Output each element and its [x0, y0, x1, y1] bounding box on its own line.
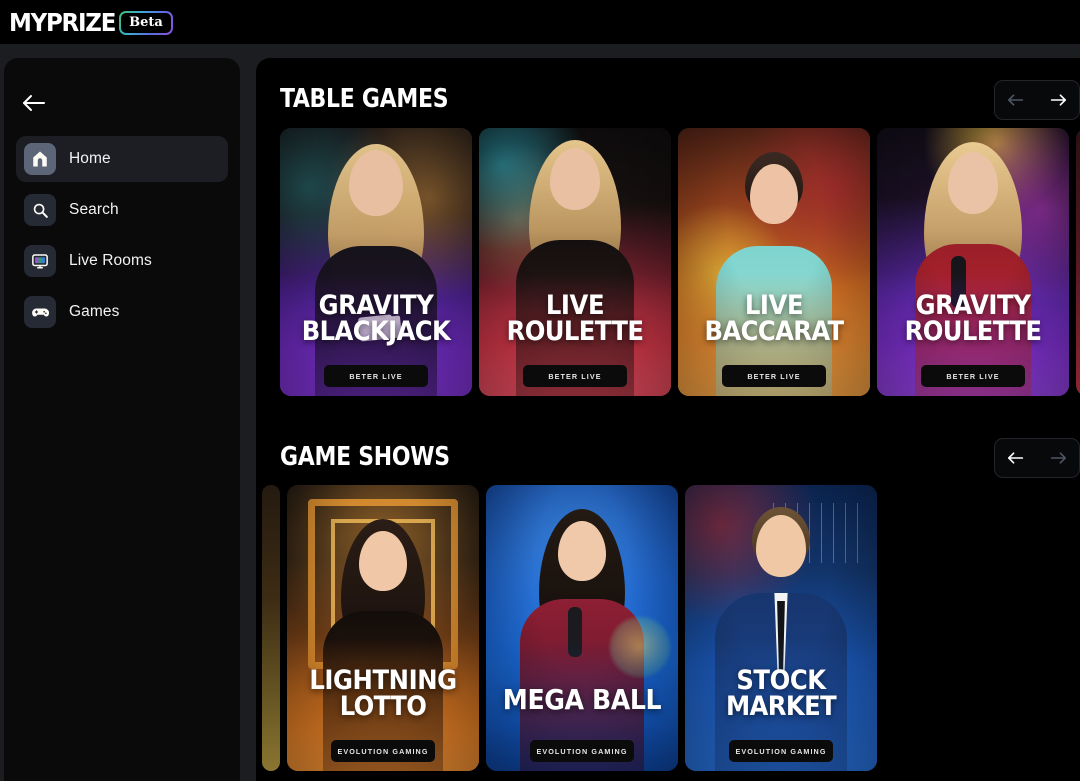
top-bar: MYPRIZE Beta	[0, 0, 1080, 44]
sidebar: Home Search Live Rooms Games	[4, 58, 240, 781]
card-vignette	[287, 485, 479, 771]
game-card[interactable]: LIVE ROULETTE BETER LIVE	[479, 128, 671, 396]
card-title-line1: LIVE	[744, 290, 804, 322]
home-icon	[24, 143, 56, 175]
card-vignette	[486, 485, 678, 771]
carousel-nav-table-games	[994, 80, 1080, 120]
card-title: STOCK MARKET	[685, 665, 877, 722]
gamepad-icon	[24, 296, 56, 328]
card-title-line1: LIGHTNING	[309, 665, 457, 697]
carousel-next-button[interactable]	[1037, 439, 1079, 477]
sidebar-item-home[interactable]: Home	[16, 136, 228, 182]
arrow-left-icon	[23, 95, 45, 111]
card-provider-badge: BETER LIVE	[324, 365, 428, 387]
card-title-line1: GRAVITY	[915, 290, 1031, 322]
carousel-nav-game-shows	[994, 438, 1080, 478]
monitor-icon	[24, 245, 56, 277]
beta-badge-wrap: Beta	[121, 13, 171, 33]
game-card-partial[interactable]	[262, 485, 280, 771]
carousel-row-table-games[interactable]: GRAVITY BLACKJACK BETER LIVE LIVE ROULET…	[256, 128, 1080, 396]
arrow-right-icon	[1050, 94, 1066, 106]
card-title-line2: ROULETTE	[904, 315, 1042, 347]
sidebar-item-label: Live Rooms	[69, 252, 152, 269]
carousel-row-game-shows[interactable]: LIGHTNING LOTTO EVOLUTION GAMING MEGA BA…	[256, 485, 1080, 771]
sidebar-item-live-rooms[interactable]: Live Rooms	[16, 238, 228, 284]
section-title: GAME SHOWS	[280, 442, 450, 472]
card-title: GRAVITY BLACKJACK	[280, 290, 472, 347]
card-title-line2: ROULETTE	[506, 315, 644, 347]
logo-wordmark: MYPRIZE	[8, 7, 116, 37]
card-vignette	[877, 128, 1069, 396]
game-card[interactable]: STOCK MARKET EVOLUTION GAMING	[685, 485, 877, 771]
brand-logo[interactable]: MYPRIZE Beta	[8, 7, 171, 37]
game-card[interactable]: LIGHTNING LOTTO EVOLUTION GAMING	[287, 485, 479, 771]
card-provider-badge: EVOLUTION GAMING	[331, 740, 435, 762]
card-title-line2: BLACKJACK	[301, 315, 451, 347]
sidebar-item-label: Home	[69, 150, 111, 167]
sidebar-item-games[interactable]: Games	[16, 289, 228, 335]
card-provider-badge: BETER LIVE	[921, 365, 1025, 387]
card-vignette	[280, 128, 472, 396]
card-title: GRAVITY ROULETTE	[877, 290, 1069, 347]
sidebar-item-label: Games	[69, 303, 120, 320]
card-title-line2: LOTTO	[339, 690, 427, 722]
card-title: LIVE ROULETTE	[479, 290, 671, 347]
card-title: LIGHTNING LOTTO	[287, 665, 479, 722]
card-vignette	[685, 485, 877, 771]
card-title-line1: STOCK	[736, 665, 826, 697]
game-card[interactable]: GRAVITY BLACKJACK BETER LIVE	[280, 128, 472, 396]
card-artwork	[262, 485, 280, 771]
card-provider-badge: EVOLUTION GAMING	[530, 740, 634, 762]
sidebar-item-label: Search	[69, 201, 119, 218]
card-vignette	[678, 128, 870, 396]
card-title-line1: GRAVITY	[318, 290, 434, 322]
card-title-line2: MARKET	[725, 690, 837, 722]
card-artwork	[1076, 128, 1080, 396]
game-card[interactable]: GRAVITY ROULETTE BETER LIVE	[877, 128, 1069, 396]
main-content: TABLE GAMES GRAVITY BLACKJACK BETER LIVE…	[256, 58, 1080, 781]
card-vignette	[479, 128, 671, 396]
card-title: MEGA BALL	[486, 682, 678, 716]
beta-badge: Beta	[121, 13, 171, 33]
card-provider-badge: BETER LIVE	[523, 365, 627, 387]
card-title-line1: MEGA BALL	[502, 682, 662, 716]
sidebar-item-search[interactable]: Search	[16, 187, 228, 233]
carousel-next-button[interactable]	[1037, 81, 1079, 119]
section-header: GAME SHOWS	[256, 416, 1080, 478]
sidebar-back-button[interactable]	[22, 86, 62, 120]
card-title-line2: BACCARAT	[704, 315, 845, 347]
arrow-left-icon	[1008, 94, 1024, 106]
section-game-shows: GAME SHOWS LIGHTNING LOTTO EVOLUTION GAM…	[256, 416, 1080, 771]
arrow-right-icon	[1050, 452, 1066, 464]
search-icon	[24, 194, 56, 226]
arrow-left-icon	[1008, 452, 1024, 464]
card-provider-badge: BETER LIVE	[722, 365, 826, 387]
game-card-partial[interactable]	[1076, 128, 1080, 396]
carousel-prev-button[interactable]	[995, 81, 1037, 119]
game-card[interactable]: LIVE BACCARAT BETER LIVE	[678, 128, 870, 396]
card-title: LIVE BACCARAT	[678, 290, 870, 347]
card-provider-badge: EVOLUTION GAMING	[729, 740, 833, 762]
section-title: TABLE GAMES	[280, 84, 449, 114]
section-table-games: TABLE GAMES GRAVITY BLACKJACK BETER LIVE…	[256, 58, 1080, 396]
game-card[interactable]: MEGA BALL EVOLUTION GAMING	[486, 485, 678, 771]
carousel-prev-button[interactable]	[995, 439, 1037, 477]
card-title-line1: LIVE	[545, 290, 605, 322]
section-header: TABLE GAMES	[256, 58, 1080, 120]
